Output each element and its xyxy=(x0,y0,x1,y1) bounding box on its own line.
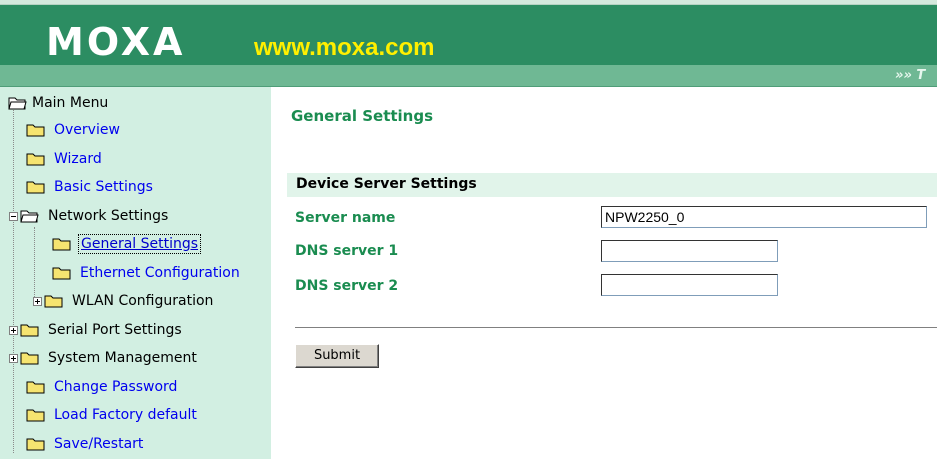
sidebar-item-label: System Management xyxy=(48,350,197,366)
sidebar-item-label: Overview xyxy=(54,122,120,138)
sidebar-item-basic-settings[interactable]: Basic Settings xyxy=(26,177,155,197)
dns-server-1-input[interactable] xyxy=(601,240,778,262)
sidebar-item-label: Basic Settings xyxy=(54,179,153,195)
folder-icon xyxy=(26,124,45,137)
expand-icon[interactable] xyxy=(33,296,42,306)
sidebar-item-change-password[interactable]: Change Password xyxy=(26,377,179,397)
header-ticker: »» T xyxy=(895,68,926,83)
submit-button[interactable]: Submit xyxy=(295,344,379,368)
sidebar-item-general-settings[interactable]: General Settings xyxy=(52,234,202,254)
sidebar-menu: Main Menu Overview Wizard Basic Settings… xyxy=(0,87,271,459)
folder-icon xyxy=(52,267,71,280)
main-content: General Settings Device Server Settings … xyxy=(271,87,937,459)
sidebar-root-label: Main Menu xyxy=(32,95,109,111)
sidebar-item-overview[interactable]: Overview xyxy=(26,120,122,140)
sidebar-item-label: Save/Restart xyxy=(54,436,144,452)
section-header: Device Server Settings xyxy=(287,173,937,197)
moxa-logo[interactable]: MOXA xyxy=(46,22,185,62)
dns-server-1-label: DNS server 1 xyxy=(295,243,399,259)
sidebar-item-ethernet-configuration[interactable]: Ethernet Configuration xyxy=(52,263,242,283)
sidebar-item-label: Network Settings xyxy=(48,208,169,224)
sidebar-item-label: Load Factory default xyxy=(54,407,197,423)
folder-icon xyxy=(26,153,45,166)
sidebar-item-serial-port-settings[interactable]: Serial Port Settings xyxy=(9,320,184,340)
page-title: General Settings xyxy=(291,107,434,125)
collapse-icon[interactable] xyxy=(9,211,18,221)
site-url[interactable]: www.moxa.com xyxy=(254,35,435,61)
folder-icon xyxy=(26,438,45,451)
sidebar-item-wizard[interactable]: Wizard xyxy=(26,149,104,169)
expand-icon[interactable] xyxy=(9,325,18,335)
server-name-input[interactable] xyxy=(601,206,927,228)
folder-icon xyxy=(20,324,39,337)
header-bar xyxy=(0,65,937,87)
tree-line xyxy=(34,227,35,299)
sidebar-item-label: Wizard xyxy=(54,151,102,167)
sidebar-root-main-menu[interactable]: Main Menu xyxy=(8,93,110,113)
folder-icon xyxy=(44,295,63,308)
server-name-label: Server name xyxy=(295,210,396,226)
sidebar-item-network-settings[interactable]: Network Settings xyxy=(9,206,170,226)
tree-line xyxy=(13,107,14,453)
sidebar-item-label: Ethernet Configuration xyxy=(80,265,240,281)
folder-icon xyxy=(52,238,71,251)
sidebar-item-system-management[interactable]: System Management xyxy=(9,348,199,368)
sidebar-item-label: Change Password xyxy=(54,379,178,395)
sidebar-item-label: General Settings xyxy=(78,234,202,254)
dns-server-2-input[interactable] xyxy=(601,274,778,296)
folder-icon xyxy=(26,181,45,194)
dns-server-2-label: DNS server 2 xyxy=(295,278,399,294)
section-title: Device Server Settings xyxy=(296,176,477,192)
folder-icon xyxy=(26,409,45,422)
folder-icon xyxy=(20,352,39,365)
sidebar-item-load-factory-default[interactable]: Load Factory default xyxy=(26,405,199,425)
sidebar-item-label: WLAN Configuration xyxy=(72,293,214,309)
sidebar-item-save-restart[interactable]: Save/Restart xyxy=(26,434,145,454)
folder-icon xyxy=(26,381,45,394)
header: MOXA www.moxa.com »» T xyxy=(0,0,937,87)
divider xyxy=(295,327,937,329)
open-folder-icon xyxy=(8,97,27,110)
sidebar-item-label: Serial Port Settings xyxy=(48,322,182,338)
open-folder-icon xyxy=(20,210,39,223)
sidebar-item-wlan-configuration[interactable]: WLAN Configuration xyxy=(33,291,215,311)
expand-icon[interactable] xyxy=(9,353,18,363)
